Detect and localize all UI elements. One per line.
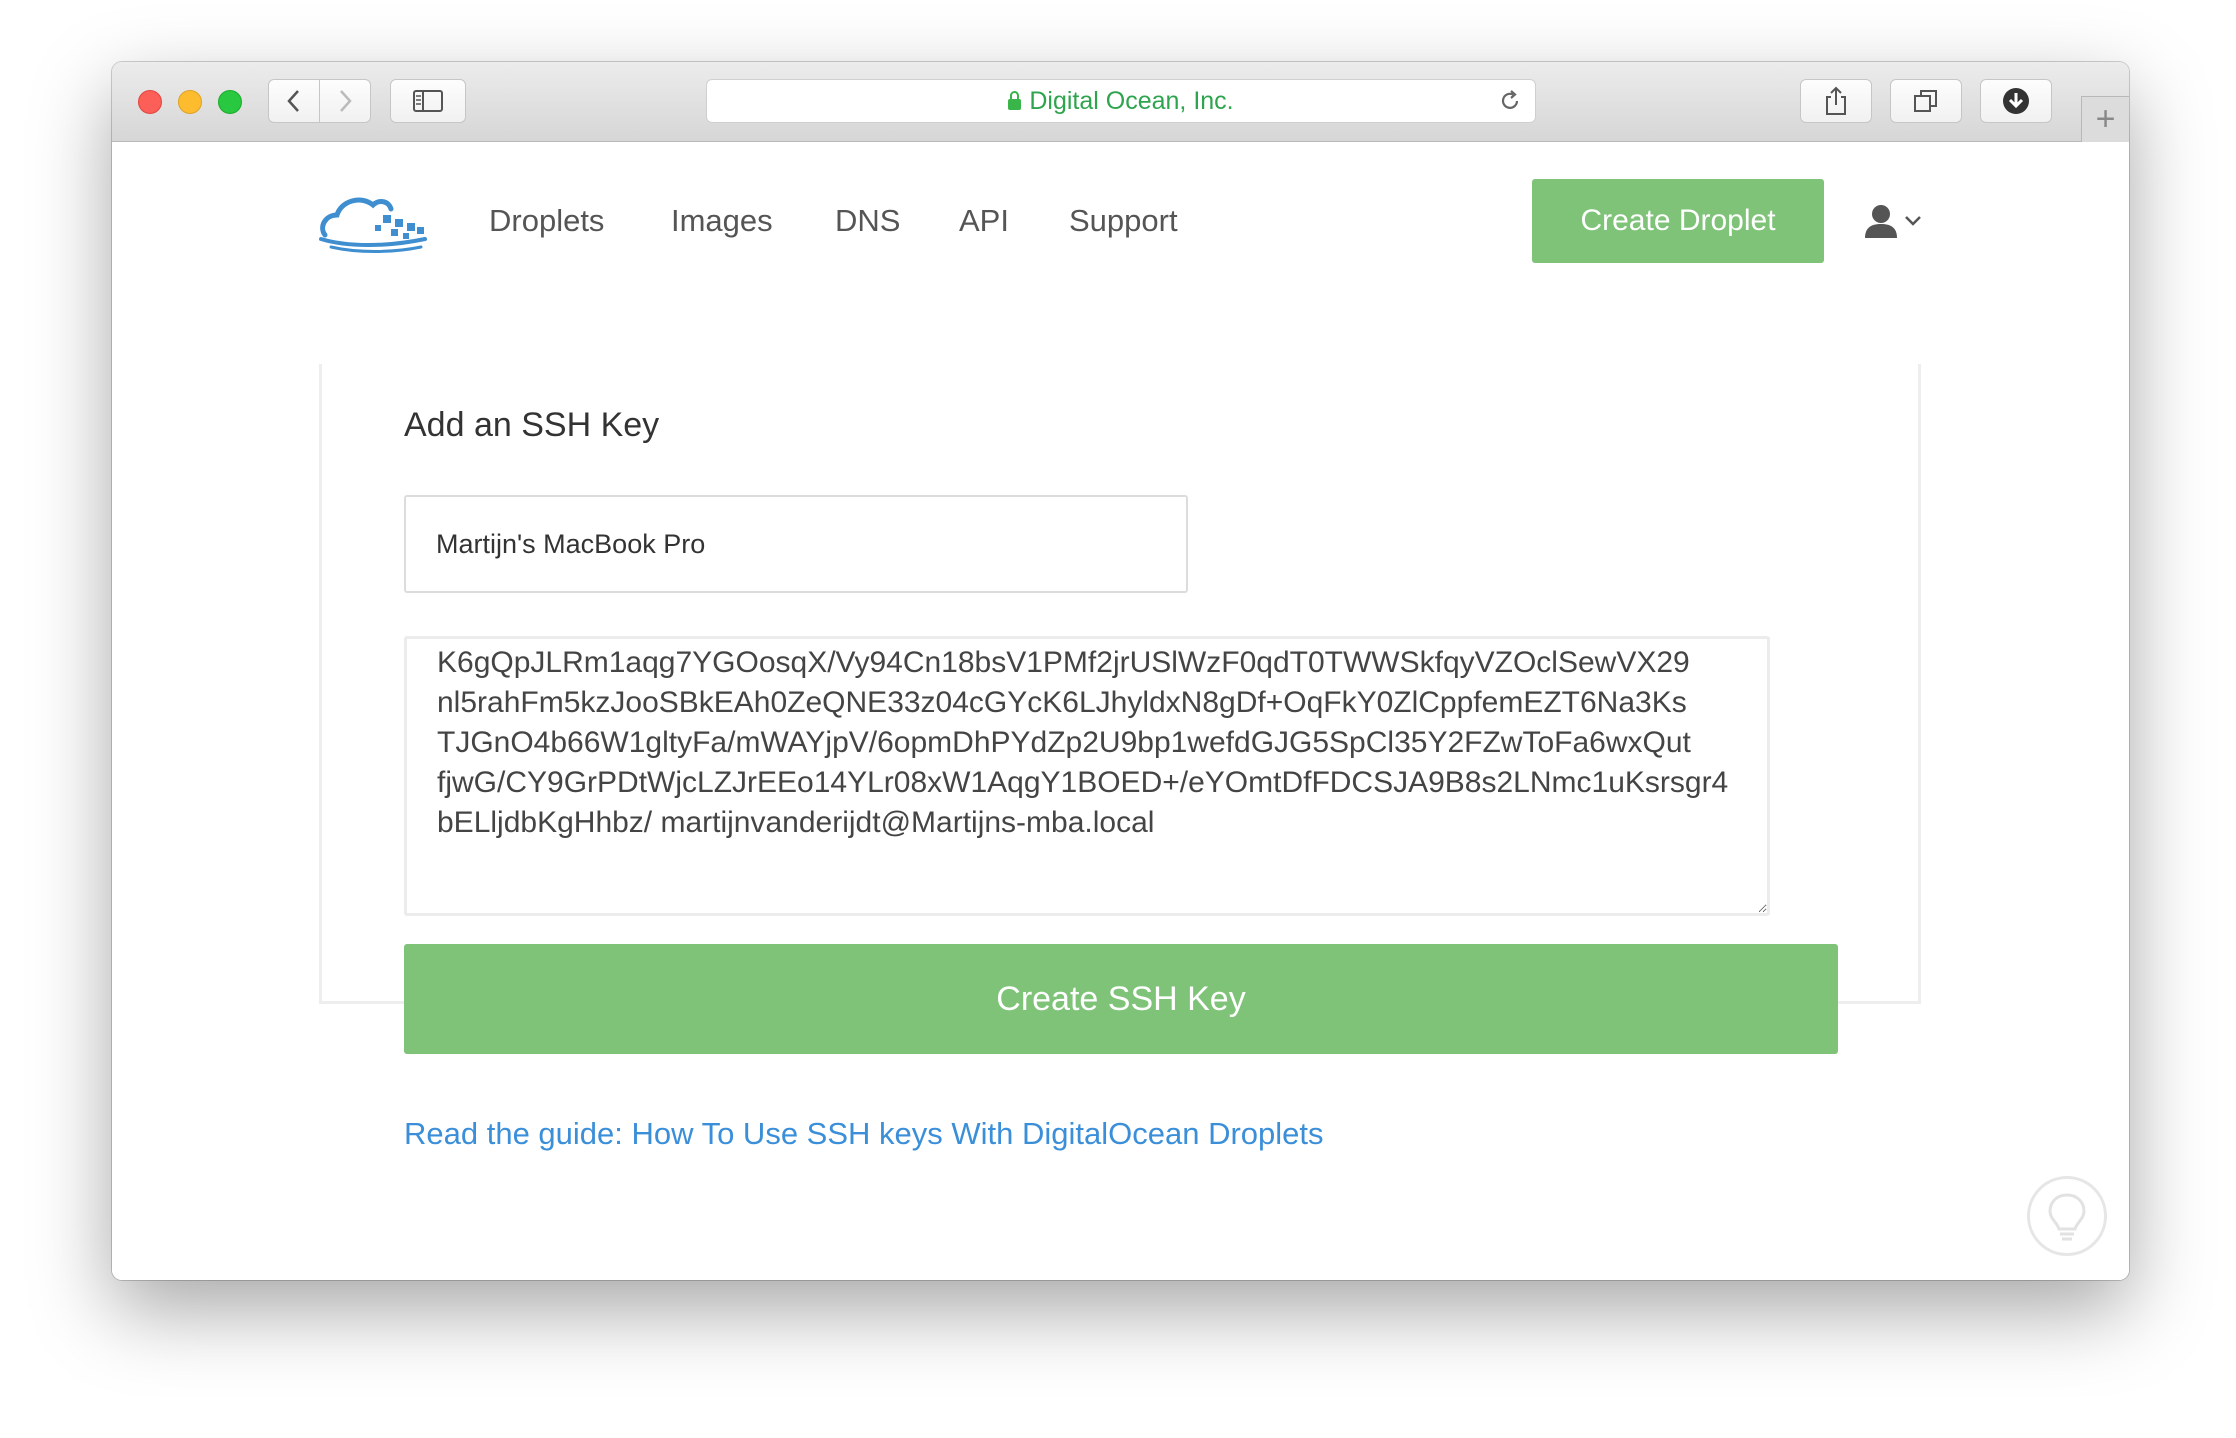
share-button[interactable] bbox=[1800, 79, 1872, 123]
reload-icon[interactable] bbox=[1497, 88, 1523, 121]
add-ssh-key-panel: Add an SSH Key K6gQpJLRm1aqg7YGOosqX/Vy9… bbox=[319, 364, 1921, 1151]
site-navbar: Droplets Images DNS API Support Create D… bbox=[112, 143, 2129, 283]
lightbulb-icon bbox=[2048, 1193, 2086, 1241]
nav-dns[interactable]: DNS bbox=[835, 203, 900, 239]
zoom-window-button[interactable] bbox=[218, 90, 242, 114]
nav-images[interactable]: Images bbox=[671, 203, 773, 239]
lock-icon bbox=[1008, 90, 1022, 110]
user-icon bbox=[1865, 205, 1897, 238]
sidebar-icon bbox=[413, 90, 443, 112]
minimize-window-button[interactable] bbox=[178, 90, 202, 114]
share-icon bbox=[1826, 86, 1846, 115]
forward-button[interactable] bbox=[319, 79, 371, 123]
download-icon bbox=[2003, 88, 2029, 114]
nav-support[interactable]: Support bbox=[1069, 203, 1178, 239]
nav-api[interactable]: API bbox=[959, 203, 1009, 239]
address-bar[interactable]: Digital Ocean, Inc. bbox=[706, 79, 1536, 123]
back-button[interactable] bbox=[268, 79, 320, 123]
create-droplet-button[interactable]: Create Droplet bbox=[1532, 179, 1824, 263]
nav-droplets[interactable]: Droplets bbox=[489, 203, 604, 239]
tab-overview-button[interactable] bbox=[1890, 79, 1962, 123]
help-button[interactable] bbox=[2027, 1176, 2107, 1256]
chevron-right-icon bbox=[340, 90, 352, 112]
create-ssh-key-button[interactable]: Create SSH Key bbox=[404, 944, 1838, 1054]
ssh-guide-link[interactable]: Read the guide: How To Use SSH keys With… bbox=[404, 1116, 1324, 1152]
page-content: Droplets Images DNS API Support Create D… bbox=[112, 143, 2129, 1280]
user-menu[interactable] bbox=[1864, 201, 1924, 241]
address-site-name: Digital Ocean, Inc. bbox=[1029, 86, 1234, 115]
downloads-button[interactable] bbox=[1980, 79, 2052, 123]
panel-title: Add an SSH Key bbox=[404, 406, 660, 444]
chevron-down-icon bbox=[1905, 216, 1921, 226]
chevron-left-icon bbox=[287, 90, 299, 112]
close-window-button[interactable] bbox=[138, 90, 162, 114]
browser-toolbar: Digital Ocean, Inc. + bbox=[112, 62, 2129, 142]
browser-window: Digital Ocean, Inc. + Droplets Images DN… bbox=[112, 62, 2129, 1280]
public-key-textarea[interactable]: K6gQpJLRm1aqg7YGOosqX/Vy94Cn18bsV1PMf2jr… bbox=[404, 636, 1770, 916]
digitalocean-logo[interactable] bbox=[317, 187, 432, 257]
key-name-input[interactable] bbox=[404, 495, 1188, 593]
new-tab-button[interactable]: + bbox=[2081, 96, 2129, 142]
tabs-icon bbox=[1914, 90, 1937, 112]
sidebar-toggle-button[interactable] bbox=[390, 79, 466, 123]
